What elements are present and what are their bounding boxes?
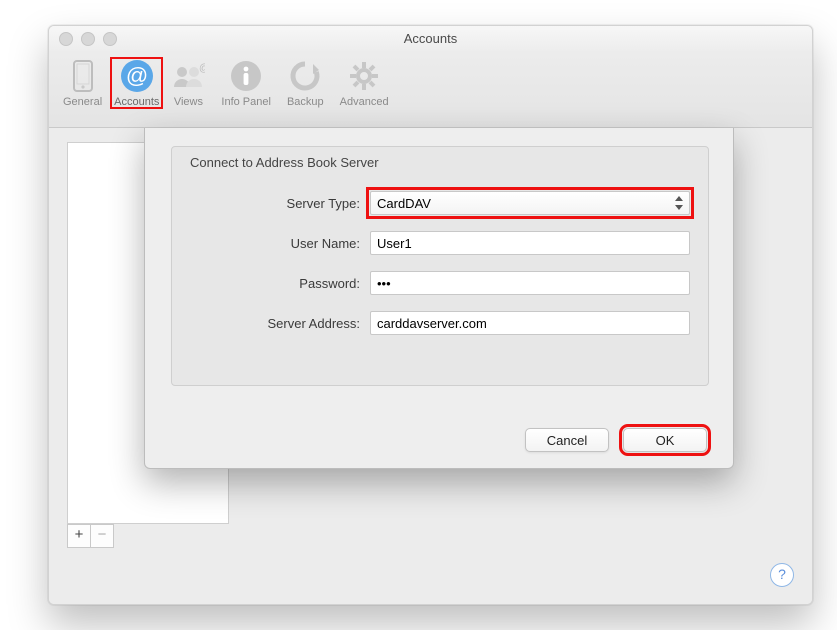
toolbar-label-backup: Backup <box>287 95 324 109</box>
form-title: Connect to Address Book Server <box>190 155 379 170</box>
info-icon <box>229 59 263 93</box>
zoom-window-button[interactable] <box>103 32 117 46</box>
gear-icon <box>347 59 381 93</box>
add-account-button[interactable]: + <box>67 524 91 548</box>
label-server-type: Server Type: <box>172 196 370 211</box>
cancel-button[interactable]: Cancel <box>525 428 609 452</box>
svg-text:@: @ <box>199 63 205 74</box>
connect-sheet: Connect to Address Book Server Server Ty… <box>144 128 734 469</box>
toolbar-label-advanced: Advanced <box>340 95 389 109</box>
toolbar-item-backup[interactable]: Backup <box>279 57 332 109</box>
connect-form: Connect to Address Book Server Server Ty… <box>171 146 709 386</box>
add-remove-bar: + − <box>67 524 113 548</box>
backup-icon <box>288 59 322 93</box>
toolbar-item-views[interactable]: @ Views <box>163 57 213 109</box>
toolbar-label-general: General <box>63 95 102 109</box>
window-title: Accounts <box>404 31 457 46</box>
label-user-name: User Name: <box>172 236 370 251</box>
ok-button[interactable]: OK <box>623 428 707 452</box>
toolbar-label-accounts: Accounts <box>114 95 159 109</box>
server-address-input[interactable] <box>370 311 690 335</box>
label-password: Password: <box>172 276 370 291</box>
svg-text:@: @ <box>126 63 148 88</box>
window-controls <box>59 32 117 46</box>
remove-account-button[interactable]: − <box>90 524 114 548</box>
preferences-toolbar: General @ Accounts @ Views Info Panel Ba… <box>49 53 812 128</box>
content-area: + − ? Connect to Address Book Server Ser… <box>49 128 812 605</box>
close-window-button[interactable] <box>59 32 73 46</box>
toolbar-item-advanced[interactable]: Advanced <box>332 57 397 109</box>
toolbar-label-info-panel: Info Panel <box>221 95 271 109</box>
phone-icon <box>66 59 100 93</box>
toolbar-item-general[interactable]: General <box>55 57 110 109</box>
contacts-icon: @ <box>171 59 205 93</box>
toolbar-item-info-panel[interactable]: Info Panel <box>213 57 279 109</box>
titlebar: Accounts <box>49 26 812 53</box>
password-input[interactable] <box>370 271 690 295</box>
help-button[interactable]: ? <box>770 563 794 587</box>
toolbar-label-views: Views <box>174 95 203 109</box>
label-server-address: Server Address: <box>172 316 370 331</box>
server-type-select[interactable]: CardDAV <box>370 191 690 215</box>
sheet-button-bar: Cancel OK <box>525 428 707 452</box>
toolbar-item-accounts[interactable]: @ Accounts <box>110 57 163 109</box>
user-name-input[interactable] <box>370 231 690 255</box>
minimize-window-button[interactable] <box>81 32 95 46</box>
at-icon: @ <box>120 59 154 93</box>
preferences-window: Accounts General @ Accounts @ Views Info <box>48 25 813 605</box>
